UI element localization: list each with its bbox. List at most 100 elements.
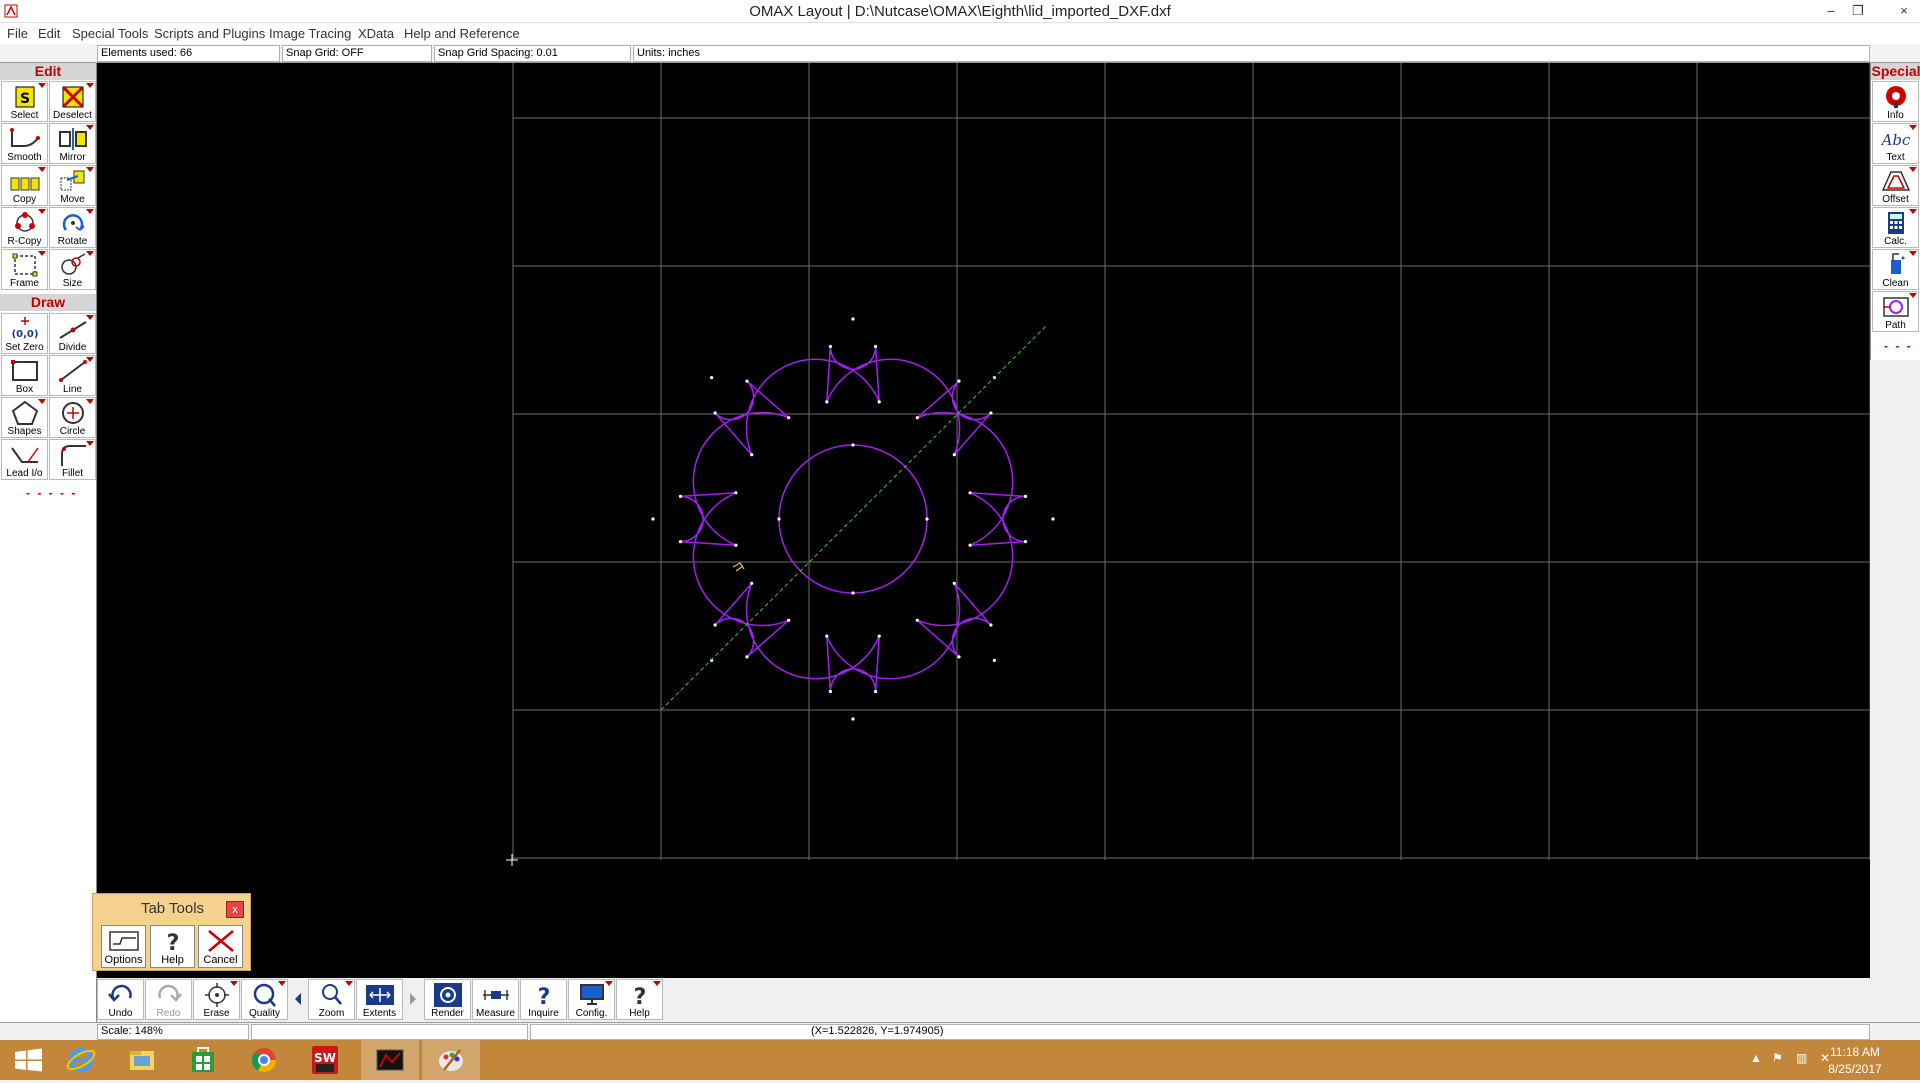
erase-button[interactable]: Erase bbox=[193, 979, 240, 1020]
toolbar-scroll-right-button[interactable] bbox=[404, 979, 422, 1020]
vertex-point bbox=[734, 543, 738, 547]
svg-text:SW: SW bbox=[314, 1051, 336, 1065]
select-button[interactable]: S Select bbox=[1, 81, 48, 122]
menu-edit[interactable]: Edit bbox=[38, 26, 60, 41]
close-button[interactable]: × bbox=[1893, 2, 1915, 20]
extents-label: Extents bbox=[362, 1008, 397, 1019]
zoom-button[interactable]: Zoom bbox=[308, 979, 355, 1020]
taskbar-solidworks[interactable]: SW bbox=[296, 1040, 354, 1080]
menu-help-and-reference[interactable]: Help and Reference bbox=[404, 26, 520, 41]
menu-xdata[interactable]: XData bbox=[358, 26, 394, 41]
size-icon bbox=[61, 253, 86, 275]
tab-help-label: Help bbox=[161, 954, 184, 966]
help-button[interactable]: ? Help bbox=[616, 979, 663, 1020]
taskbar-store[interactable] bbox=[174, 1040, 232, 1080]
divide-button[interactable]: Divide bbox=[49, 313, 96, 354]
clock-date[interactable]: 8/25/2017 bbox=[1820, 1062, 1890, 1076]
config-button[interactable]: Config. bbox=[568, 979, 615, 1020]
vertex-point bbox=[745, 655, 749, 659]
calc-button[interactable]: Calc. bbox=[1872, 207, 1919, 248]
offset-icon bbox=[1881, 171, 1911, 191]
shapes-button[interactable]: Shapes bbox=[1, 397, 48, 438]
menu-scripts-and-plugins[interactable]: Scripts and Plugins bbox=[154, 26, 265, 41]
scale-status: Scale: 148% bbox=[97, 1024, 249, 1040]
tab-cancel-button[interactable]: Cancel bbox=[198, 925, 243, 968]
menu-image-tracing[interactable]: Image Tracing bbox=[269, 26, 351, 41]
menu-file[interactable]: File bbox=[7, 26, 28, 41]
rotate-button[interactable]: Rotate bbox=[49, 207, 96, 248]
move-button[interactable]: Move bbox=[49, 165, 96, 206]
extents-icon bbox=[366, 985, 394, 1005]
canvas-drawing[interactable] bbox=[97, 63, 1871, 978]
vertex-point bbox=[877, 400, 881, 404]
calculator-icon bbox=[1888, 212, 1904, 234]
render-button[interactable]: Render bbox=[424, 979, 471, 1020]
taskbar-chrome[interactable] bbox=[235, 1040, 293, 1080]
status-row: Elements used: 66 Snap Grid: OFF Snap Gr… bbox=[0, 44, 1920, 63]
taskbar-omax-layout[interactable] bbox=[361, 1040, 419, 1080]
frame-label: Frame bbox=[10, 278, 39, 289]
r-copy-button[interactable]: R-Copy bbox=[1, 207, 48, 248]
show-hidden-icons-button[interactable]: ▲ bbox=[1750, 1051, 1762, 1065]
more-tools-indicator[interactable]: - - - - - bbox=[26, 486, 77, 500]
clean-button[interactable]: Clean bbox=[1872, 249, 1919, 290]
box-button[interactable]: Box bbox=[1, 355, 48, 396]
menu-special-tools[interactable]: Special Tools bbox=[72, 26, 148, 41]
info-button[interactable]: Info bbox=[1872, 81, 1919, 122]
quality-button[interactable]: Quality bbox=[241, 979, 288, 1020]
vertex-point bbox=[828, 344, 833, 349]
size-label: Size bbox=[62, 278, 83, 289]
copy-button[interactable]: Copy bbox=[1, 165, 48, 206]
vertex-point bbox=[651, 517, 655, 521]
drawing-canvas[interactable] bbox=[97, 63, 1871, 978]
omax-layout-icon bbox=[376, 1049, 404, 1071]
frame-button[interactable]: Frame bbox=[1, 249, 48, 290]
mirror-button[interactable]: Mirror bbox=[49, 123, 96, 164]
vertex-point bbox=[952, 453, 956, 457]
window-title: OMAX Layout | D:\Nutcase\OMAX\Eighth\lid… bbox=[749, 3, 1171, 20]
path-button[interactable]: Path bbox=[1872, 291, 1919, 332]
tab-help-button[interactable]: ? Help bbox=[150, 925, 195, 968]
elements-used-status: Elements used: 66 bbox=[97, 45, 280, 62]
extents-button[interactable]: Extents bbox=[356, 979, 403, 1020]
offset-button[interactable]: Offset bbox=[1872, 165, 1919, 206]
taskbar-paint[interactable] bbox=[422, 1040, 480, 1080]
minimize-button[interactable]: – bbox=[1820, 2, 1842, 20]
taskbar-internet-explorer[interactable] bbox=[52, 1040, 110, 1080]
toolbar-scroll-left-button[interactable] bbox=[289, 979, 307, 1020]
help-icon: ? bbox=[167, 931, 180, 954]
set-zero-button[interactable]: (0,0) Set Zero bbox=[1, 313, 48, 354]
taskbar-file-explorer[interactable] bbox=[113, 1040, 171, 1080]
measure-button[interactable]: Measure bbox=[472, 979, 519, 1020]
fillet-icon bbox=[61, 445, 86, 466]
clean-label: Clean bbox=[1882, 278, 1909, 289]
measure-label: Measure bbox=[476, 1008, 515, 1019]
vertex-point bbox=[678, 540, 683, 544]
text-button[interactable]: Abc Text bbox=[1872, 123, 1919, 164]
info-label: Info bbox=[1887, 110, 1904, 121]
fillet-button[interactable]: Fillet bbox=[49, 439, 96, 480]
svg-text:S: S bbox=[20, 91, 30, 107]
redo-button[interactable]: Redo bbox=[145, 979, 192, 1020]
tab-tools-close-button[interactable]: x bbox=[226, 901, 244, 918]
size-button[interactable]: Size bbox=[49, 249, 96, 290]
start-button[interactable] bbox=[0, 1040, 58, 1080]
tab-options-button[interactable]: Options bbox=[101, 925, 146, 968]
restore-button[interactable]: ❐ bbox=[1847, 2, 1869, 20]
network-icon[interactable]: ▥ bbox=[1796, 1051, 1807, 1065]
undo-button[interactable]: Undo bbox=[97, 979, 144, 1020]
line-button[interactable]: Line bbox=[49, 355, 96, 396]
file-explorer-icon bbox=[130, 1051, 154, 1070]
action-center-flag-icon[interactable]: ⚑ bbox=[1772, 1051, 1783, 1065]
inquire-button[interactable]: ? Inquire bbox=[520, 979, 567, 1020]
more-special-tools-indicator[interactable]: - - - bbox=[1884, 339, 1913, 353]
left-tool-panel: Edit S Select Deselect Smooth Mirror Cop… bbox=[0, 63, 97, 1022]
divide-icon bbox=[59, 321, 87, 339]
vertex-point bbox=[957, 655, 961, 659]
clock-time[interactable]: 11:18 AM bbox=[1820, 1045, 1890, 1059]
deselect-button[interactable]: Deselect bbox=[49, 81, 96, 122]
lead-io-button[interactable]: Lead I/o bbox=[1, 439, 48, 480]
smooth-button[interactable]: Smooth bbox=[1, 123, 48, 164]
circle-button[interactable]: Circle bbox=[49, 397, 96, 438]
cancel-icon bbox=[208, 930, 234, 952]
